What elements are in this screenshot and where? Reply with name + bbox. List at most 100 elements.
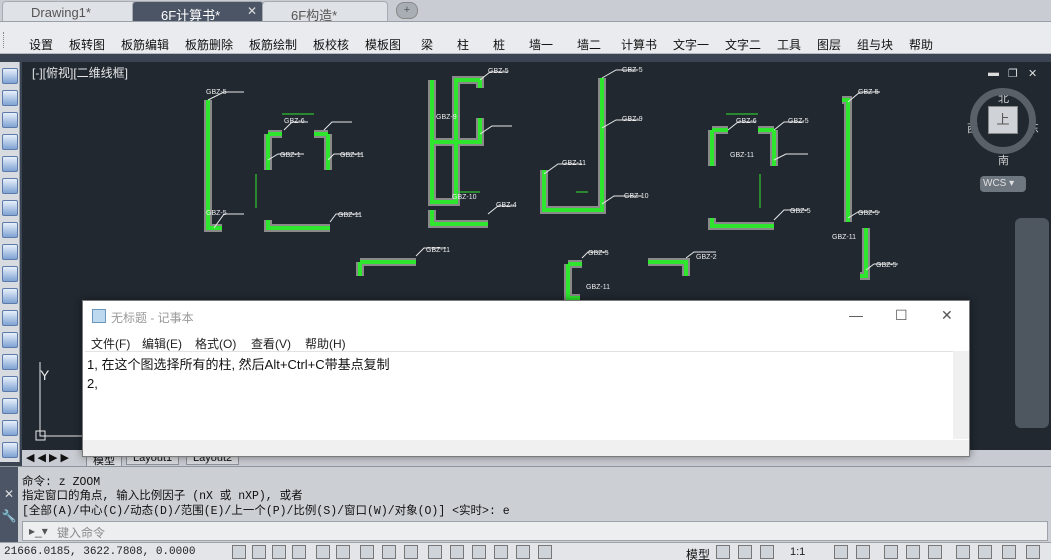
menu-item[interactable]: 板筋绘制 [249, 36, 297, 53]
new-tab-button[interactable]: + [396, 2, 418, 19]
menu-item[interactable]: 图层 [817, 36, 841, 53]
annotation-monitor-icon[interactable] [516, 545, 530, 559]
restore-icon[interactable]: ❐ [1008, 67, 1018, 80]
column-icon[interactable] [2, 134, 18, 150]
close-icon[interactable]: ✕ [1028, 67, 1037, 80]
settings-icon[interactable] [2, 442, 18, 458]
transparency-icon[interactable] [428, 545, 442, 559]
notepad-menu-file[interactable]: 文件(F) [91, 335, 130, 352]
close-icon[interactable]: ✕ [0, 487, 18, 501]
check-icon[interactable] [2, 332, 18, 348]
report-icon[interactable] [2, 354, 18, 370]
osnap-icon[interactable] [316, 545, 330, 559]
column-tag: GBZ-5 [588, 250, 609, 257]
notepad-menu-format[interactable]: 格式(O) [195, 335, 236, 352]
column-tag: GBZ-5 [858, 210, 879, 217]
notepad-menu-edit[interactable]: 编辑(E) [142, 335, 182, 352]
menu-item[interactable]: 板筋删除 [185, 36, 233, 53]
quickview-icon[interactable] [760, 545, 774, 559]
menu-item[interactable]: 柱 [457, 36, 469, 53]
rebar-icon[interactable] [2, 244, 18, 260]
wcs-dropdown[interactable]: WCS ▾ [980, 176, 1026, 192]
notepad-text-area[interactable]: 1, 在这个图选择所有的柱, 然后Alt+Ctrl+C带基点复制 2, [85, 351, 955, 439]
wall-icon[interactable] [2, 178, 18, 194]
menu-item[interactable]: 桩 [493, 36, 505, 53]
horizontal-scrollbar[interactable] [83, 440, 969, 456]
arrow-right-icon[interactable] [2, 68, 18, 84]
otrack-icon[interactable] [336, 545, 350, 559]
menu-item[interactable]: 模板图 [365, 36, 401, 53]
notepad-menu-help[interactable]: 帮助(H) [305, 335, 346, 352]
menu-item[interactable]: 板筋编辑 [121, 36, 169, 53]
menu-item[interactable]: 板转图 [69, 36, 105, 53]
polar-icon[interactable] [292, 545, 306, 559]
menu-item[interactable]: 帮助 [909, 36, 933, 53]
notepad-text-line: 1, 在这个图选择所有的柱, 然后Alt+Ctrl+C带基点复制 [87, 357, 390, 372]
menu-item[interactable]: 工具 [777, 36, 801, 53]
stair-icon[interactable] [2, 288, 18, 304]
detail-icon[interactable] [2, 398, 18, 414]
menu-item[interactable]: 设置 [29, 36, 53, 53]
table-icon[interactable] [2, 376, 18, 392]
column-tag: GBZ-5 [622, 67, 643, 74]
vertical-scrollbar[interactable] [953, 351, 969, 439]
dyn-icon[interactable] [382, 545, 396, 559]
minimize-button[interactable]: — [849, 307, 863, 323]
menu-item[interactable]: 组与块 [857, 36, 893, 53]
maximize-button[interactable]: ☐ [895, 307, 908, 324]
hardware-accel-icon[interactable] [956, 545, 970, 559]
navigation-cube[interactable]: 上 [970, 88, 1036, 154]
notepad-menu-view[interactable]: 查看(V) [251, 335, 291, 352]
layout-icon[interactable] [716, 545, 730, 559]
navcube-top-face[interactable]: 上 [988, 106, 1018, 134]
gear-icon[interactable] [884, 545, 898, 559]
ducs-icon[interactable] [360, 545, 374, 559]
viewport-icon[interactable] [738, 545, 752, 559]
layout-nav-arrows-icon[interactable]: ◀ ◀ ▶ ▶ [26, 451, 69, 464]
menu-item[interactable]: 梁 [421, 36, 433, 53]
menu-item[interactable]: 文字一 [673, 36, 709, 53]
ortho-icon[interactable] [272, 545, 286, 559]
menu-item[interactable]: 文字二 [725, 36, 761, 53]
lightbulb-icon[interactable] [978, 545, 992, 559]
tools-icon[interactable] [2, 420, 18, 436]
customize-icon[interactable] [1002, 545, 1016, 559]
tab-drawing1[interactable]: Drawing1* [2, 1, 140, 21]
menu-item[interactable]: 墙二 [577, 36, 601, 53]
slab-icon[interactable] [2, 266, 18, 282]
wrench-icon[interactable]: 🔧 [0, 509, 18, 523]
layers-icon[interactable] [2, 112, 18, 128]
grid-display-icon[interactable] [252, 545, 266, 559]
close-button[interactable]: ✕ [941, 307, 953, 324]
tab-6f-struct[interactable]: 6F构造* [262, 1, 388, 23]
annotation-scale[interactable]: 1:1 [790, 546, 805, 558]
command-input[interactable]: ▸_▾ 键入命令 [22, 521, 1048, 541]
edit-icon[interactable] [2, 310, 18, 326]
snap-icon[interactable] [232, 545, 246, 559]
selection-cycle-icon[interactable] [472, 545, 486, 559]
minimize-icon[interactable]: ▬ [988, 67, 999, 79]
3dosnap-icon[interactable] [494, 545, 508, 559]
units-icon[interactable] [538, 545, 552, 559]
isolate-icon[interactable] [928, 545, 942, 559]
plan-icon[interactable] [2, 200, 18, 216]
notepad-titlebar[interactable]: 无标题 - 记事本 — ☐ ✕ [83, 301, 969, 331]
fullscreen-icon[interactable] [1026, 545, 1040, 559]
section-icon[interactable] [2, 222, 18, 238]
annotation-visibility-icon[interactable] [834, 545, 848, 559]
grid-icon[interactable] [2, 90, 18, 106]
menu-item[interactable]: 板校核 [313, 36, 349, 53]
auto-scale-icon[interactable] [856, 545, 870, 559]
menu-item[interactable]: 计算书 [621, 36, 657, 53]
navigation-bar[interactable] [1015, 218, 1049, 428]
toolbar-grip-icon[interactable] [3, 32, 6, 48]
menu-item[interactable]: 墙一 [529, 36, 553, 53]
beam-icon[interactable] [2, 156, 18, 172]
lineweight-icon[interactable] [404, 545, 418, 559]
crosshair-icon[interactable] [450, 545, 464, 559]
tab-6f-calc[interactable]: 6F计算书* ✕ [132, 1, 264, 23]
model-space-label[interactable]: 模型 [686, 546, 710, 560]
command-prompt-icon[interactable]: ▸_▾ [29, 524, 48, 538]
close-icon[interactable]: ✕ [247, 4, 257, 18]
lock-icon[interactable] [906, 545, 920, 559]
